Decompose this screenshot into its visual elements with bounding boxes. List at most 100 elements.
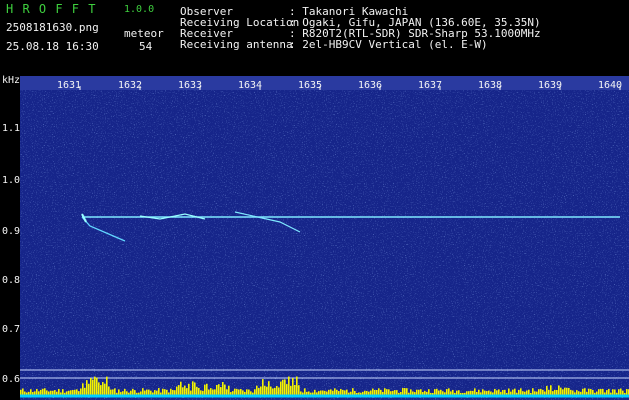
signal-bar <box>178 385 180 395</box>
signal-bar <box>526 390 528 395</box>
signal-bar <box>156 390 158 395</box>
signal-bar <box>466 391 468 395</box>
y-tick-label: 0.7 <box>2 324 20 335</box>
signal-bar <box>520 388 522 395</box>
signal-bar <box>164 389 166 395</box>
signal-bar <box>340 388 342 395</box>
signal-bar <box>66 391 68 395</box>
signal-bar <box>374 389 376 395</box>
signal-bar <box>266 386 268 395</box>
signal-bar <box>224 384 226 395</box>
signal-bar <box>192 381 194 395</box>
signal-bar <box>256 385 258 395</box>
signal-bar <box>420 389 422 395</box>
signal-bar <box>132 388 134 395</box>
signal-bar <box>80 388 82 395</box>
signal-bar <box>294 384 296 395</box>
signal-bar <box>478 389 480 395</box>
signal-bar <box>272 388 274 395</box>
signal-bar <box>102 381 104 395</box>
signal-bar <box>254 389 256 395</box>
signal-bar <box>320 390 322 395</box>
signal-bar <box>498 389 500 395</box>
signal-bar <box>442 391 444 395</box>
signal-bar <box>328 389 330 395</box>
signal-bar <box>402 388 404 395</box>
signal-bar <box>86 380 88 395</box>
signal-bar <box>240 388 242 395</box>
signal-bar <box>68 390 70 395</box>
signal-bar <box>248 389 250 395</box>
signal-bar <box>204 384 206 395</box>
signal-bar <box>286 384 288 395</box>
signal-bar <box>564 387 566 395</box>
signal-bar <box>434 389 436 395</box>
signal-bar <box>556 389 558 395</box>
signal-bar <box>618 389 620 395</box>
signal-bar <box>364 390 366 395</box>
signal-bar <box>250 391 252 395</box>
signal-bar <box>34 391 36 395</box>
signal-bar <box>582 388 584 395</box>
signal-bar <box>488 390 490 395</box>
signal-bar <box>554 389 556 395</box>
signal-bar <box>72 390 74 395</box>
signal-bar <box>510 391 512 395</box>
signal-bar <box>210 388 212 395</box>
signal-bar <box>274 387 276 395</box>
signal-bar <box>218 384 220 395</box>
signal-bar <box>146 389 148 395</box>
signal-bar <box>342 389 344 395</box>
signal-bar <box>376 389 378 395</box>
signal-bar <box>588 388 590 395</box>
signal-bar <box>246 389 248 395</box>
spectrogram: kHz 1.1 1.0 0.9 0.8 0.7 0.6 1631 1632 16… <box>0 75 629 400</box>
signal-bar <box>292 378 294 395</box>
y-tick-label: 0.9 <box>2 226 20 237</box>
signal-bar <box>394 390 396 395</box>
signal-bar <box>48 391 50 395</box>
signal-bar <box>566 387 568 395</box>
y-tick-label: 0.8 <box>2 275 20 286</box>
signal-bar <box>332 390 334 395</box>
signal-bar <box>438 390 440 395</box>
signal-bar <box>144 390 146 395</box>
signal-bar <box>30 389 32 395</box>
signal-bar <box>596 391 598 395</box>
signal-bar <box>612 389 614 395</box>
signal-bar <box>184 385 186 395</box>
signal-bar <box>614 389 616 395</box>
signal-bar <box>298 385 300 395</box>
signal-bar <box>104 383 106 395</box>
signal-bar <box>92 379 94 395</box>
signal-bar <box>324 390 326 395</box>
signal-bar <box>396 390 398 395</box>
signal-bar <box>546 385 548 395</box>
signal-bar <box>314 389 316 395</box>
signal-bar <box>452 389 454 395</box>
signal-bar <box>424 390 426 395</box>
signal-bar <box>388 389 390 395</box>
signal-bar <box>150 390 152 395</box>
signal-bar <box>158 388 160 395</box>
signal-bar <box>58 388 60 395</box>
signal-bar <box>446 389 448 395</box>
x-tick-label: 1636 <box>358 80 382 91</box>
signal-bar <box>236 388 238 395</box>
signal-bar <box>352 388 354 395</box>
signal-bar <box>322 390 324 395</box>
signal-bar <box>206 383 208 395</box>
signal-bar <box>260 386 262 395</box>
x-tick-label: 1638 <box>478 80 502 91</box>
signal-bar <box>536 391 538 395</box>
signal-bar <box>576 390 578 395</box>
signal-bar <box>220 387 222 395</box>
signal-bar <box>124 388 126 395</box>
signal-bar <box>22 388 24 395</box>
signal-bar <box>198 387 200 395</box>
signal-bar <box>46 390 48 395</box>
signal-bar <box>54 390 56 395</box>
signal-bar <box>228 385 230 395</box>
signal-bar <box>518 389 520 395</box>
signal-bar <box>494 388 496 395</box>
